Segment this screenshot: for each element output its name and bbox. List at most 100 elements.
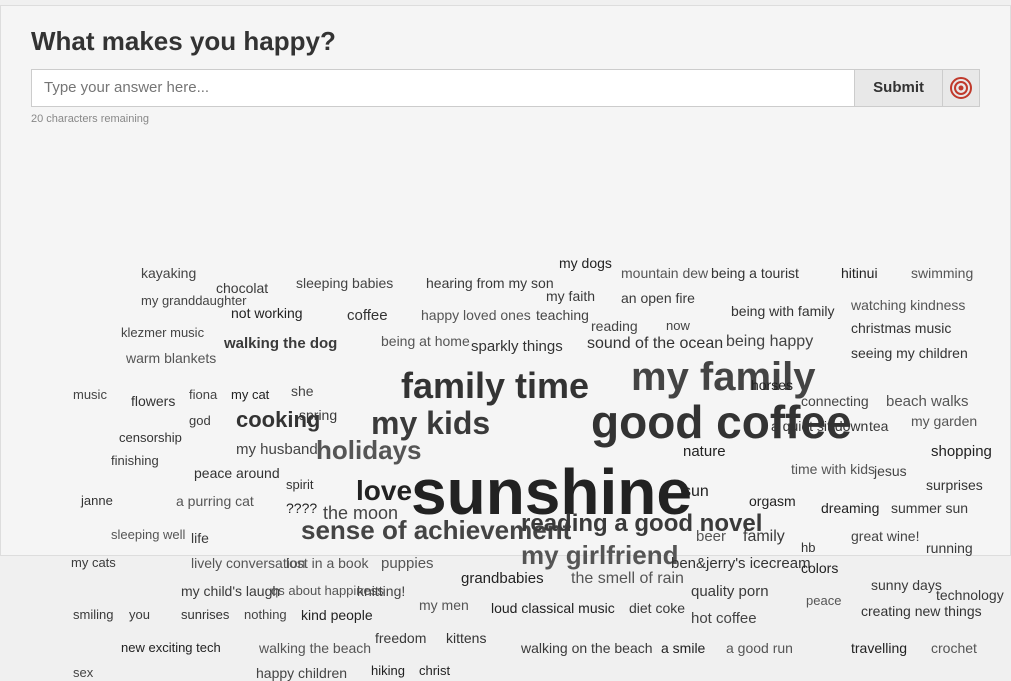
target-icon-button[interactable]	[942, 69, 980, 107]
word-item[interactable]: ben&jerry's icecream	[671, 555, 811, 572]
word-item[interactable]: christ	[419, 663, 450, 678]
word-item[interactable]: seeing my children	[851, 345, 968, 361]
word-item[interactable]: walking the dog	[224, 335, 337, 352]
word-item[interactable]: the moon	[323, 503, 398, 524]
word-item[interactable]: being with family	[731, 303, 835, 319]
word-item[interactable]: a smile	[661, 640, 705, 656]
word-item[interactable]: spirit	[286, 477, 313, 492]
word-item[interactable]: grandbabies	[461, 570, 544, 587]
word-item[interactable]: she	[291, 383, 314, 399]
word-item[interactable]: sun	[683, 483, 709, 501]
word-item[interactable]: my faith	[546, 288, 595, 304]
word-item[interactable]: knitting!	[357, 583, 405, 599]
word-item[interactable]: life	[191, 530, 209, 546]
word-item[interactable]: my garden	[911, 413, 977, 429]
word-item[interactable]: travelling	[851, 640, 907, 656]
word-item[interactable]: you	[129, 607, 150, 622]
word-item[interactable]: my men	[419, 597, 469, 613]
word-item[interactable]: now	[666, 318, 690, 333]
answer-input[interactable]	[31, 69, 854, 107]
word-item[interactable]: dreaming	[821, 500, 879, 516]
word-item[interactable]: running	[926, 540, 973, 556]
word-item[interactable]: ????	[286, 500, 317, 516]
word-item[interactable]: my husband	[236, 441, 318, 458]
word-item[interactable]: finishing	[111, 453, 159, 468]
submit-button[interactable]: Submit	[854, 69, 942, 107]
word-item[interactable]: crochet	[931, 640, 977, 656]
word-item[interactable]: sound of the ocean	[587, 335, 723, 353]
word-item[interactable]: warm blankets	[126, 350, 216, 366]
word-item[interactable]: sex	[73, 665, 93, 680]
word-item[interactable]: sparkly things	[471, 338, 563, 355]
word-item[interactable]: reading	[591, 318, 638, 334]
word-item[interactable]: the smell of rain	[571, 570, 684, 588]
word-item[interactable]: god	[189, 413, 211, 428]
word-item[interactable]: flowers	[131, 393, 175, 409]
word-item[interactable]: being happy	[726, 333, 813, 351]
word-item[interactable]: hiking	[371, 663, 405, 678]
word-item[interactable]: family time	[401, 365, 589, 407]
word-item[interactable]: fiona	[189, 387, 217, 402]
word-item[interactable]: music	[73, 387, 107, 402]
word-item[interactable]: being a tourist	[711, 265, 799, 281]
word-item[interactable]: shopping	[931, 443, 992, 460]
word-item[interactable]: mountain dew	[621, 265, 708, 281]
word-item[interactable]: tea	[869, 418, 888, 434]
word-item[interactable]: peace around	[194, 465, 280, 481]
word-item[interactable]: holidays	[316, 435, 421, 466]
word-item[interactable]: a quiet sit down	[771, 418, 868, 434]
word-item[interactable]: hb	[801, 540, 815, 555]
word-item[interactable]: horses	[751, 377, 793, 393]
word-item[interactable]: diet coke	[629, 600, 685, 616]
word-item[interactable]: sleeping babies	[296, 275, 393, 291]
word-item[interactable]: orgasm	[749, 493, 796, 509]
word-item[interactable]: hot coffee	[691, 610, 757, 627]
word-item[interactable]: sunrises	[181, 607, 229, 622]
word-item[interactable]: new exciting tech	[121, 640, 221, 655]
word-item[interactable]: loud classical music	[491, 600, 615, 616]
word-item[interactable]: connecting	[801, 393, 869, 409]
word-item[interactable]: surprises	[926, 477, 983, 493]
word-item[interactable]: being at home	[381, 333, 470, 349]
word-item[interactable]: kind people	[301, 607, 373, 623]
word-item[interactable]: a good run	[726, 640, 793, 656]
word-item[interactable]: summer sun	[891, 500, 968, 516]
word-item[interactable]: freedom	[375, 630, 426, 646]
word-item[interactable]: hearing from my son	[426, 275, 554, 291]
word-item[interactable]: peace	[806, 593, 841, 608]
word-item[interactable]: my girlfriend	[521, 540, 678, 571]
word-item[interactable]: nothing	[244, 607, 287, 622]
word-item[interactable]: quality porn	[691, 583, 769, 600]
word-item[interactable]: smiling	[73, 607, 113, 622]
word-item[interactable]: creating new things	[861, 603, 982, 619]
word-item[interactable]: coffee	[347, 307, 388, 324]
word-item[interactable]: swimming	[911, 265, 973, 281]
word-item[interactable]: spring	[299, 407, 337, 423]
word-item[interactable]: not working	[231, 305, 303, 321]
word-item[interactable]: hitinui	[841, 265, 878, 281]
word-item[interactable]: watching kindness	[851, 297, 965, 313]
word-item[interactable]: my dogs	[559, 255, 612, 271]
word-item[interactable]: sunny days	[871, 577, 942, 593]
word-item[interactable]: beer	[696, 528, 726, 545]
word-item[interactable]: christmas music	[851, 320, 951, 336]
word-item[interactable]: happy loved ones	[421, 307, 531, 323]
word-item[interactable]: sleeping well	[111, 527, 185, 542]
word-item[interactable]: jesus	[874, 463, 907, 479]
word-item[interactable]: great wine!	[851, 528, 919, 544]
word-item[interactable]: janne	[81, 493, 113, 508]
word-item[interactable]: my cat	[231, 387, 269, 402]
word-item[interactable]: puppies	[381, 555, 434, 572]
word-item[interactable]: an open fire	[621, 290, 695, 306]
word-item[interactable]: teaching	[536, 307, 589, 323]
word-item[interactable]: walking the beach	[259, 640, 371, 656]
word-item[interactable]: my child's laugh	[181, 583, 280, 599]
word-item[interactable]: colors	[801, 560, 838, 576]
word-item[interactable]: time with kids	[791, 461, 875, 477]
word-item[interactable]: technology	[936, 587, 1004, 603]
word-item[interactable]: kittens	[446, 630, 486, 646]
word-item[interactable]: kayaking	[141, 265, 196, 281]
word-item[interactable]: family	[743, 528, 785, 546]
word-item[interactable]: lost in a book	[286, 555, 369, 571]
word-item[interactable]: happy children	[256, 665, 347, 681]
